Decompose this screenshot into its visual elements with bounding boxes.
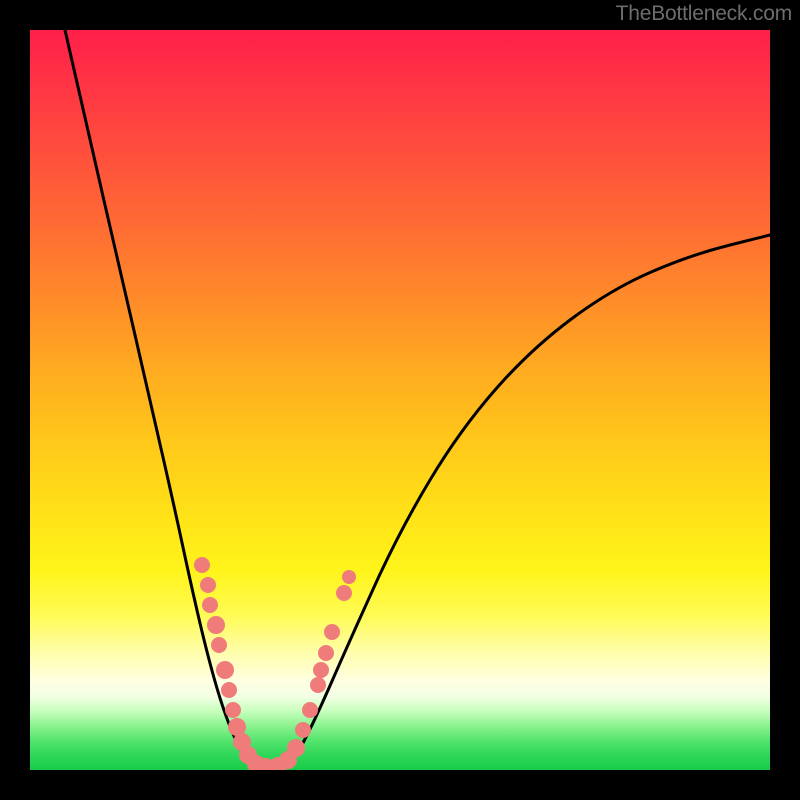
data-point xyxy=(318,645,334,661)
data-points xyxy=(194,557,356,770)
data-point xyxy=(342,570,356,584)
bottleneck-curve xyxy=(65,30,770,769)
data-point xyxy=(207,616,225,634)
data-point xyxy=(202,597,218,613)
data-point xyxy=(211,637,227,653)
watermark-text: TheBottleneck.com xyxy=(616,2,792,26)
data-point xyxy=(194,557,210,573)
data-point xyxy=(225,702,241,718)
data-point xyxy=(310,677,326,693)
data-point xyxy=(216,661,234,679)
data-point xyxy=(295,722,311,738)
data-point xyxy=(336,585,352,601)
chart-frame: TheBottleneck.com xyxy=(0,0,800,800)
data-point xyxy=(221,682,237,698)
curve-layer xyxy=(30,30,770,770)
data-point xyxy=(200,577,216,593)
data-point xyxy=(287,739,305,757)
plot-area xyxy=(30,30,770,770)
data-point xyxy=(324,624,340,640)
data-point xyxy=(313,662,329,678)
data-point xyxy=(302,702,318,718)
